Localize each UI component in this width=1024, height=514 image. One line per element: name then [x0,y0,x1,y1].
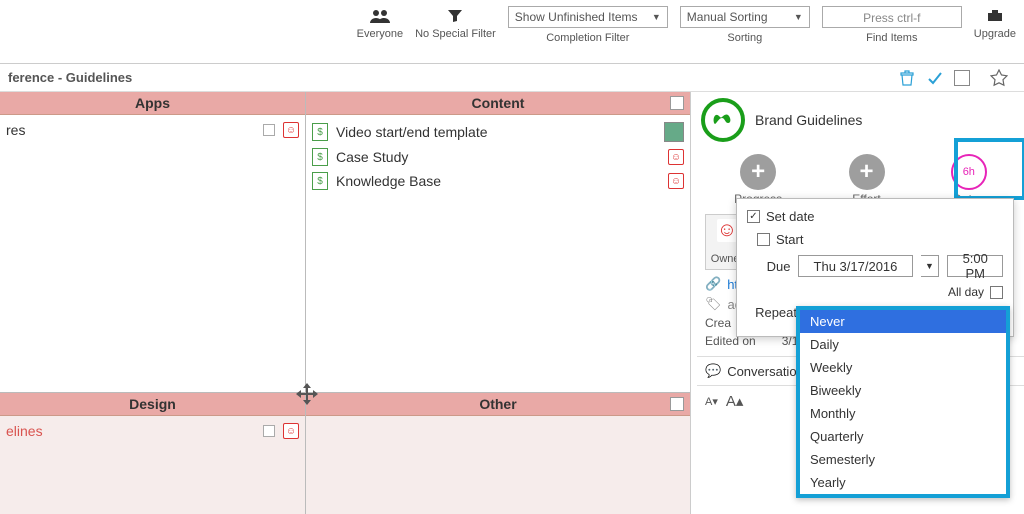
repeat-option[interactable]: Monthly [800,402,1006,425]
detail-title: Brand Guidelines [755,112,862,128]
repeat-dropdown: Never Daily Weekly Biweekly Monthly Quar… [796,306,1010,498]
checkbox[interactable] [670,397,684,411]
repeat-option[interactable]: Quarterly [800,425,1006,448]
sorting-label: Sorting [727,32,762,44]
repeat-option[interactable]: Semesterly [800,448,1006,471]
chat-icon: 💬 [705,363,721,379]
date-picker-toggle[interactable]: ▼ [921,255,940,277]
sorting-filter: Manual Sorting ▼ Sorting [680,6,810,44]
find-items: Press ctrl-f Find Items [822,6,962,44]
owner-avatar-icon [664,122,684,142]
all-day-label: All day [948,285,984,299]
completion-label: Completion Filter [546,32,629,44]
tag-icon: 🏷 [705,296,722,312]
owner-avatar-icon: ☺ [283,423,299,439]
checkbox[interactable] [670,96,684,110]
check-icon[interactable] [926,69,944,87]
move-cross-icon[interactable] [292,380,322,410]
all-day-checkbox[interactable] [990,286,1003,299]
filter-special-label: No Special Filter [415,28,496,40]
repeat-label: Repeat [747,305,797,320]
owner-avatar-icon: ☺ [668,173,684,189]
list-item[interactable]: $ Knowledge Base ☺ [306,169,690,193]
breadcrumb-row: ference - Guidelines [0,64,1024,92]
checkbox[interactable] [263,124,275,136]
set-date-checkbox[interactable]: ✓ Set date [747,209,814,224]
search-input[interactable]: Press ctrl-f [822,6,962,28]
font-increase[interactable]: A▴ [726,392,744,410]
due-time-input[interactable]: 5:00 PM [947,255,1003,277]
repeat-option[interactable]: Yearly [800,471,1006,494]
checkbox[interactable] [263,425,275,437]
repeat-option[interactable]: Never [800,310,1006,333]
doc-icon: $ [312,148,328,166]
column-apps: Apps res ☺ [0,92,306,392]
sorting-select[interactable]: Manual Sorting ▼ [680,6,810,28]
column-header-apps[interactable]: Apps [0,92,305,115]
column-content: Content $ Video start/end template $ Cas… [306,92,690,392]
owner-avatar-icon: ☺ [668,149,684,165]
find-label: Find Items [866,32,917,44]
column-other: Other [306,393,690,514]
column-header-other[interactable]: Other [306,393,690,416]
plus-icon: + [740,154,776,190]
font-decrease[interactable]: A▾ [705,395,718,408]
board-grid: Apps res ☺ Content $ [0,92,690,514]
due-date-input[interactable]: Thu 3/17/2016 [798,255,912,277]
completion-select[interactable]: Show Unfinished Items ▼ [508,6,668,28]
filter-everyone-label: Everyone [357,28,403,40]
checkbox[interactable] [954,70,970,86]
doc-icon: $ [312,172,328,190]
list-item[interactable]: elines ☺ [0,420,305,442]
list-item[interactable]: $ Case Study ☺ [306,145,690,169]
list-item[interactable]: res ☺ [0,119,305,141]
list-item[interactable]: $ Video start/end template [306,119,690,145]
upgrade-icon [986,6,1004,26]
repeat-option[interactable]: Weekly [800,356,1006,379]
owner-avatar-icon: ☺ [283,122,299,138]
start-checkbox[interactable]: Start [757,232,803,247]
owner-avatar-icon: ☺ [717,219,737,242]
chevron-down-icon: ▼ [652,12,661,22]
repeat-option[interactable]: Daily [800,333,1006,356]
people-icon [369,6,391,26]
link-icon: 🔗 [705,276,721,292]
breadcrumb: ference - Guidelines [8,70,898,85]
column-design: Design elines ☺ [0,393,306,514]
due-label: Due [747,259,790,274]
star-icon[interactable] [990,69,1008,87]
plus-icon: + [849,154,885,190]
chevron-down-icon: ▼ [794,12,803,22]
highlight-box [954,138,1024,200]
funnel-icon [447,6,463,26]
globe-icon [701,98,745,142]
filter-special[interactable]: No Special Filter [415,6,496,40]
doc-icon: $ [312,123,328,141]
column-header-content[interactable]: Content [306,92,690,115]
completion-filter: Show Unfinished Items ▼ Completion Filte… [508,6,668,44]
filter-everyone[interactable]: Everyone [357,6,403,40]
column-header-design[interactable]: Design [0,393,305,416]
upgrade-button[interactable]: Upgrade [974,6,1016,40]
trash-icon[interactable] [898,69,916,87]
upgrade-label: Upgrade [974,28,1016,40]
top-toolbar: Everyone No Special Filter Show Unfinish… [0,0,1024,64]
repeat-option[interactable]: Biweekly [800,379,1006,402]
